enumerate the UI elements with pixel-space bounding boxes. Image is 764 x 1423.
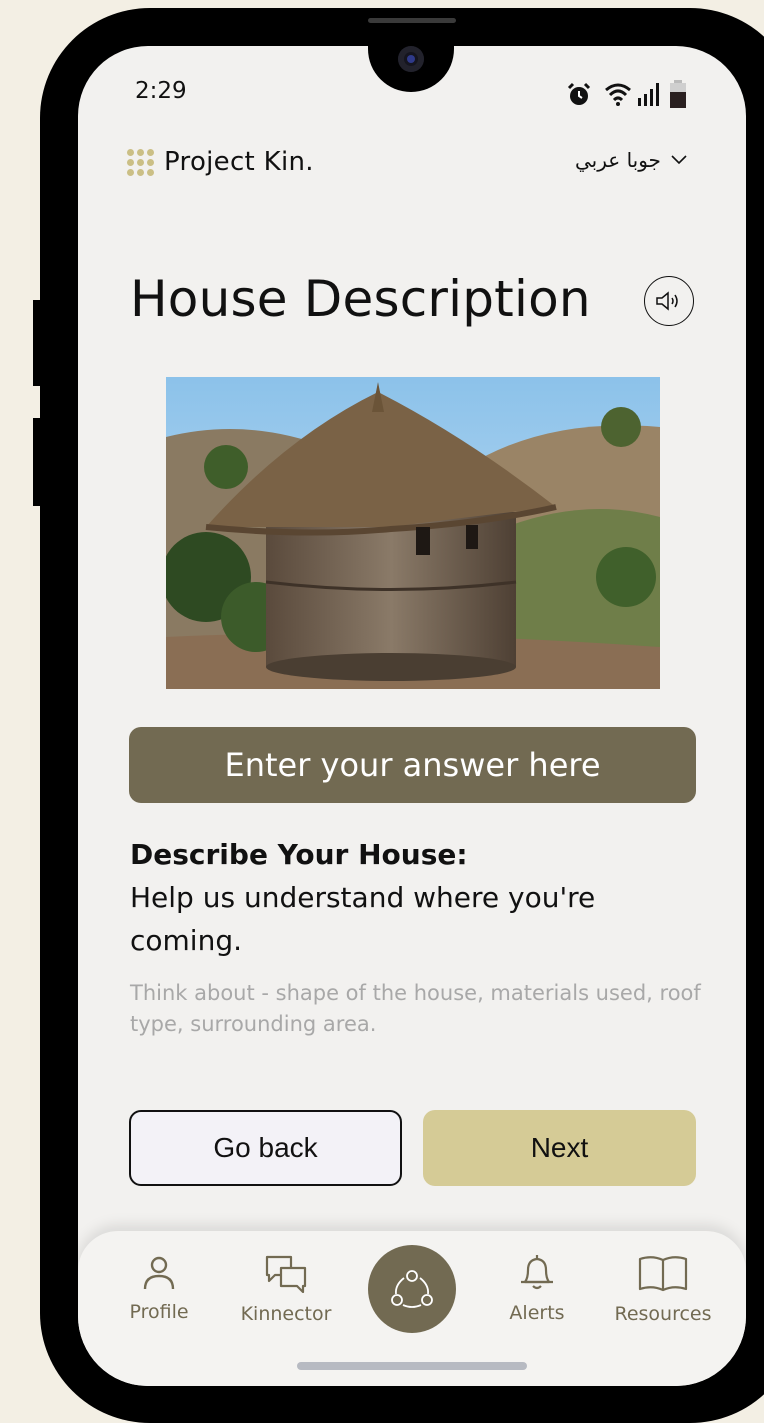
person-icon <box>143 1256 175 1290</box>
speaker-grille <box>368 18 456 23</box>
prompt-body: Help us understand where you're coming. <box>130 881 596 957</box>
tab-alerts[interactable]: Alerts <box>502 1252 572 1324</box>
prompt-heading: Describe Your House: <box>130 838 468 871</box>
home-indicator <box>297 1362 527 1370</box>
chevron-down-icon <box>671 155 687 165</box>
alarm-icon <box>567 82 591 105</box>
brand-name: Project Kin. <box>164 147 314 177</box>
next-button[interactable]: Next <box>423 1110 696 1186</box>
signal-icon <box>638 83 659 106</box>
answer-input-button[interactable]: Enter your answer here <box>129 727 696 803</box>
tab-alerts-label: Alerts <box>509 1302 565 1324</box>
share-network-icon <box>391 1270 433 1308</box>
tab-profile-label: Profile <box>129 1301 189 1323</box>
tab-resources-label: Resources <box>614 1303 712 1325</box>
camera-icon <box>398 46 424 72</box>
tab-resources[interactable]: Resources <box>608 1255 718 1325</box>
prompt-hint: Think about - shape of the house, materi… <box>130 981 701 1036</box>
tab-share-network[interactable] <box>368 1245 456 1333</box>
chat-bubbles-icon <box>265 1255 307 1294</box>
brand-logo-icon <box>127 148 154 176</box>
go-back-button[interactable]: Go back <box>129 1110 402 1186</box>
language-label: جوبا عربي <box>575 148 661 172</box>
language-selector[interactable]: جوبا عربي <box>575 148 687 172</box>
volume-up-button <box>33 300 45 386</box>
brand: Project Kin. <box>127 147 314 177</box>
battery-icon <box>670 80 686 108</box>
tab-kinnector-label: Kinnector <box>240 1303 332 1325</box>
status-time: 2:29 <box>135 78 187 104</box>
tab-profile[interactable]: Profile <box>122 1255 196 1323</box>
house-photo <box>166 377 660 689</box>
bell-icon <box>521 1255 553 1290</box>
speaker-icon <box>656 291 678 311</box>
page-title: House Description <box>130 270 591 328</box>
audio-button[interactable] <box>644 276 694 326</box>
volume-down-button <box>33 418 45 506</box>
tab-kinnector[interactable]: Kinnector <box>236 1255 336 1325</box>
book-icon <box>638 1256 688 1292</box>
wifi-icon <box>605 83 631 106</box>
